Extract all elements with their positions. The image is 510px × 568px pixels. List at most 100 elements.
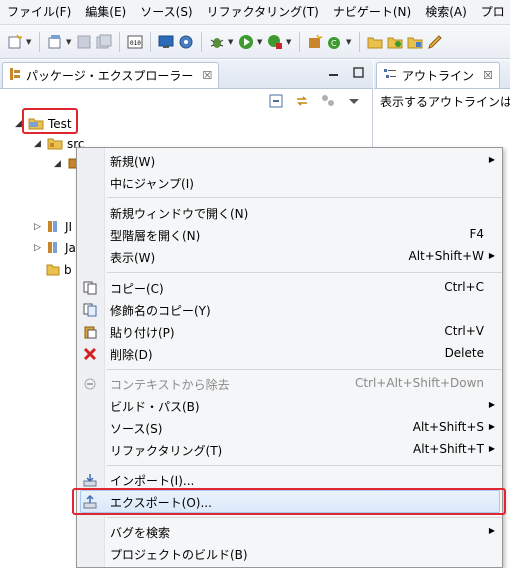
menu-item-find-bugs[interactable]: バグを検索 ▶: [77, 521, 502, 543]
main-toolbar: ▼ ▼ 010 ▼ ▼ ▼ C ▼: [0, 25, 510, 59]
menu-item-build-path[interactable]: ビルド・パス(B) ▶: [77, 395, 502, 417]
view-menu-icon[interactable]: [346, 93, 362, 109]
save-all-icon: [95, 33, 113, 51]
outline-title: アウトライン: [402, 69, 475, 83]
maximize-icon[interactable]: [353, 67, 364, 78]
source-folder-icon: [47, 136, 63, 153]
menu-project[interactable]: プロ: [474, 0, 510, 24]
tab-outline[interactable]: アウトライン ☒: [376, 62, 500, 88]
outline-icon: [383, 67, 397, 84]
menu-separator: [107, 465, 502, 466]
external-tools-dropdown-icon[interactable]: ▼: [286, 38, 293, 46]
menu-item-copy[interactable]: コピー(C) Ctrl+C: [77, 277, 502, 299]
close-icon[interactable]: ☒: [202, 69, 212, 82]
settings-icon[interactable]: [177, 33, 195, 51]
submenu-arrow-icon: ▶: [488, 251, 495, 260]
junit-label: JI: [65, 220, 73, 234]
outline-message: 表示するアウトラインは: [380, 95, 510, 109]
svg-text:010: 010: [130, 40, 141, 47]
package-explorer-icon: [9, 67, 21, 84]
new-java-class-dropdown-icon[interactable]: ▼: [346, 38, 353, 46]
tree-node-jre[interactable]: ▷ Ja: [34, 239, 76, 257]
tree-node-junit[interactable]: ▷ JI: [34, 218, 72, 236]
new-class-icon[interactable]: [46, 33, 64, 51]
submenu-arrow-icon: ▶: [488, 444, 495, 453]
minimize-icon[interactable]: [328, 67, 339, 78]
binary-icon[interactable]: 010: [126, 33, 144, 51]
submenu-arrow-icon: ▶: [488, 526, 495, 535]
menu-item-refactor[interactable]: リファクタリング(T) Alt+Shift+T ▶: [77, 439, 502, 461]
menu-bar: ファイル(F) 編集(E) ソース(S) リファクタリング(T) ナビゲート(N…: [0, 0, 510, 25]
run-icon[interactable]: [237, 33, 255, 51]
submenu-arrow-icon: ▶: [488, 155, 495, 164]
copy-icon: [82, 280, 98, 296]
run-dropdown-icon[interactable]: ▼: [257, 38, 264, 46]
menu-separator: [107, 369, 502, 370]
submenu-arrow-icon: ▶: [488, 400, 495, 409]
open-resource-icon[interactable]: [406, 33, 424, 51]
menu-separator: [107, 197, 502, 198]
console-icon[interactable]: [157, 33, 175, 51]
menu-item-open-type-hierarchy[interactable]: 型階層を開く(N) F4: [77, 224, 502, 246]
svg-text:C: C: [331, 39, 337, 48]
menu-search[interactable]: 検索(A): [418, 0, 474, 24]
expand-icon[interactable]: ▷: [34, 222, 43, 232]
collapse-icon[interactable]: ◢: [34, 139, 43, 149]
debug-dropdown-icon[interactable]: ▼: [228, 38, 235, 46]
toolbar-separator: [150, 31, 151, 52]
menu-item-paste[interactable]: 貼り付け(P) Ctrl+V: [77, 321, 502, 343]
package-explorer-title: パッケージ・エクスプローラー: [26, 69, 194, 83]
bin-label: b: [64, 263, 72, 277]
menu-refactor[interactable]: リファクタリング(T): [200, 0, 326, 24]
toolbar-separator: [119, 31, 120, 52]
menu-separator: [107, 272, 502, 273]
library-icon: [47, 219, 61, 236]
toolbar-separator: [359, 31, 360, 52]
delete-icon: [82, 346, 98, 362]
tab-package-explorer[interactable]: パッケージ・エクスプローラー ☒: [2, 62, 220, 88]
menu-item-build-project[interactable]: プロジェクトのビルド(B): [77, 543, 502, 565]
menu-item-copy-qualified-name[interactable]: 修飾名のコピー(Y): [77, 299, 502, 321]
test-highlight-box: [22, 108, 78, 134]
toolbar-separator: [39, 31, 40, 52]
menu-edit[interactable]: 編集(E): [78, 0, 133, 24]
menu-item-open-new-window[interactable]: 新規ウィンドウで開く(N): [77, 202, 502, 224]
new-package-icon[interactable]: [306, 33, 324, 51]
tree-node-bin[interactable]: b: [46, 261, 72, 279]
remove-from-context-icon: [82, 376, 98, 392]
copy-qualified-name-icon: [82, 302, 98, 318]
menu-item-show-in[interactable]: 表示(W) Alt+Shift+W ▶: [77, 246, 502, 268]
menu-item-go-into[interactable]: 中にジャンプ(I): [77, 172, 502, 194]
close-icon[interactable]: ☒: [483, 69, 493, 82]
toolbar-separator: [201, 31, 202, 52]
new-dropdown-icon[interactable]: ▼: [26, 38, 33, 46]
menu-separator: [107, 517, 502, 518]
external-tools-icon[interactable]: [266, 33, 284, 51]
debug-icon[interactable]: [208, 33, 226, 51]
toolbar-separator: [299, 31, 300, 52]
menu-navigate[interactable]: ナビゲート(N): [326, 0, 418, 24]
pen-icon[interactable]: [426, 33, 444, 51]
menu-item-remove-from-context: コンテキストから除去 Ctrl+Alt+Shift+Down: [77, 373, 502, 395]
jre-label: Ja: [65, 241, 76, 255]
paste-icon: [82, 324, 98, 340]
menu-file[interactable]: ファイル(F): [0, 0, 78, 24]
collapse-all-icon[interactable]: [268, 93, 284, 109]
new-java-class-icon[interactable]: C: [326, 33, 344, 51]
link-with-editor-icon[interactable]: [294, 93, 310, 109]
menu-source[interactable]: ソース(S): [133, 0, 199, 24]
collapse-icon[interactable]: ◢: [54, 159, 63, 169]
new-icon[interactable]: [6, 33, 24, 51]
open-type-icon[interactable]: [386, 33, 404, 51]
view-options-icon[interactable]: [320, 93, 336, 109]
save-icon: [75, 33, 93, 51]
expand-icon[interactable]: ▷: [34, 243, 43, 253]
export-highlight-box: [72, 488, 506, 515]
import-icon: [82, 472, 98, 488]
library-icon: [47, 240, 61, 257]
menu-item-source[interactable]: ソース(S) Alt+Shift+S ▶: [77, 417, 502, 439]
menu-item-new[interactable]: 新規(W) ▶: [77, 150, 502, 172]
menu-item-delete[interactable]: 削除(D) Delete: [77, 343, 502, 365]
open-folder-icon[interactable]: [366, 33, 384, 51]
new-class-dropdown-icon[interactable]: ▼: [66, 38, 73, 46]
